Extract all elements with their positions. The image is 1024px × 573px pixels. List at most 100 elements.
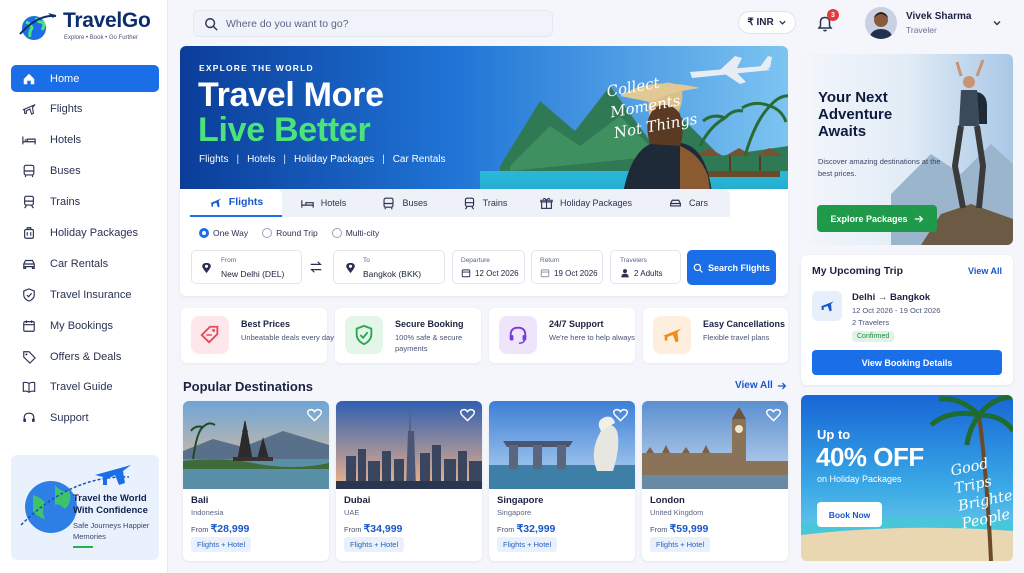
hero-link-hotels[interactable]: Hotels	[247, 154, 275, 165]
sidebar-item-offers-deals[interactable]: Offers & Deals	[11, 343, 159, 370]
tab-buses[interactable]: Buses	[365, 189, 445, 217]
view-booking-details-button[interactable]: View Booking Details	[812, 350, 1002, 375]
radio-multi-city[interactable]: Multi-city	[331, 228, 379, 238]
hero-link-car-rentals[interactable]: Car Rentals	[393, 154, 446, 165]
destination-price: From ₹34,999	[344, 523, 402, 535]
user-name: Vivek Sharma	[906, 11, 972, 22]
promo-accent-bar	[73, 546, 93, 548]
to-field[interactable]: To Bangkok (BKK)	[333, 250, 445, 284]
price-prefix: From	[650, 525, 668, 534]
sidebar-item-label: Car Rentals	[50, 257, 109, 270]
explore-packages-button[interactable]: Explore Packages	[817, 205, 937, 232]
sidebar-item-my-bookings[interactable]: My Bookings	[11, 312, 159, 339]
bed-icon	[21, 132, 37, 148]
radio-round-trip[interactable]: Round Trip	[262, 228, 318, 238]
search-input[interactable]	[226, 15, 536, 33]
feature-subtitle: 100% safe & secure payments	[395, 333, 463, 353]
tab-trains[interactable]: Trains	[445, 189, 525, 217]
sidebar-promo-card: Travel the World With Confidence Safe Jo…	[11, 455, 159, 560]
train-icon	[21, 194, 37, 210]
heart-icon[interactable]	[766, 408, 781, 422]
destination-card-dubai[interactable]: Dubai UAE From ₹34,999 Flights + Hotel	[336, 401, 482, 561]
from-field[interactable]: From New Delhi (DEL)	[191, 250, 302, 284]
tab-holiday-packages[interactable]: Holiday Packages	[525, 189, 647, 217]
search-bar[interactable]	[193, 10, 553, 37]
heart-icon[interactable]	[307, 408, 322, 422]
trip-origin: Delhi	[852, 292, 876, 303]
destinations-view-all-link[interactable]: View All	[735, 380, 787, 391]
brand-logo[interactable]: TravelGo Explore • Book • Go Further	[18, 8, 163, 42]
popular-destinations-title: Popular Destinations	[183, 379, 314, 394]
promo-title: Travel the World With Confidence	[73, 493, 148, 516]
sidebar-item-support[interactable]: Support	[11, 405, 159, 432]
booking-tabs: Flights Hotels Buses Trains Holiday Pack…	[190, 189, 730, 217]
radio-label: Round Trip	[276, 228, 318, 238]
location-pin-icon	[202, 262, 211, 274]
feature-title: 24/7 Support	[549, 319, 604, 329]
feature-subtitle: Unbeatable deals every day	[241, 333, 334, 342]
destination-card-singapore[interactable]: Singapore Singapore From ₹32,999 Flights…	[489, 401, 635, 561]
feature-title: Best Prices	[241, 319, 291, 329]
feature-subtitle: We're here to help always	[549, 333, 635, 342]
search-flights-button[interactable]: Search Flights	[687, 250, 776, 285]
sidebar-nav: Home Flights Hotels Buses Trains Holiday…	[11, 65, 159, 436]
swap-icon[interactable]	[309, 260, 323, 274]
sidebar-item-label: Travel Insurance	[50, 288, 132, 301]
promo-subtitle: Safe Journeys Happier Memories	[73, 521, 150, 541]
departure-field[interactable]: Departure 12 Oct 2026	[452, 250, 525, 284]
currency-label: ₹ INR	[747, 17, 774, 28]
offer-line3: on Holiday Packages	[817, 474, 902, 484]
sidebar-item-home[interactable]: Home	[11, 65, 159, 92]
heart-icon[interactable]	[613, 408, 628, 422]
plane-icon	[21, 101, 37, 117]
hero-link-flights[interactable]: Flights	[199, 154, 228, 165]
avatar[interactable]	[865, 7, 897, 39]
hero-link-holiday-packages[interactable]: Holiday Packages	[294, 154, 374, 165]
trip-destination: Bangkok	[890, 292, 931, 303]
user-role: Traveler	[906, 25, 937, 35]
tab-label: Buses	[402, 198, 428, 208]
tab-flights[interactable]: Flights	[190, 189, 282, 217]
upcoming-trip-view-all-link[interactable]: View All	[968, 266, 1002, 276]
heart-icon[interactable]	[460, 408, 475, 422]
sidebar-item-travel-guide[interactable]: Travel Guide	[11, 374, 159, 401]
calendar-icon	[21, 318, 37, 334]
radio-label: One Way	[213, 228, 249, 238]
tab-hotels[interactable]: Hotels	[282, 189, 365, 217]
arrow-right-icon	[777, 382, 787, 389]
destination-price: From ₹32,999	[497, 523, 555, 535]
suitcase-icon	[21, 225, 37, 241]
sidebar-item-trains[interactable]: Trains	[11, 189, 159, 216]
radio-one-way[interactable]: One Way	[199, 228, 248, 238]
travelers-label: Travelers	[620, 257, 647, 264]
view-all-label: View All	[735, 380, 773, 391]
sidebar-item-buses[interactable]: Buses	[11, 158, 159, 185]
sidebar-item-label: Trains	[50, 196, 81, 209]
sidebar-item-car-rentals[interactable]: Car Rentals	[11, 250, 159, 277]
chevron-down-icon[interactable]	[992, 18, 1002, 28]
sidebar-item-flights[interactable]: Flights	[11, 96, 159, 123]
sidebar-item-travel-insurance[interactable]: Travel Insurance	[11, 281, 159, 308]
sidebar-item-label: Buses	[50, 165, 81, 178]
return-field[interactable]: Return 19 Oct 2026	[531, 250, 603, 284]
tab-cars[interactable]: Cars	[647, 189, 730, 217]
sidebar-item-hotels[interactable]: Hotels	[11, 127, 159, 154]
sidebar-item-holiday-packages[interactable]: Holiday Packages	[11, 219, 159, 246]
headset-icon	[499, 316, 537, 354]
feature-best-prices: Best Prices Unbeatable deals every day	[181, 308, 334, 363]
price-value: ₹28,999	[210, 523, 250, 535]
trip-dates: 12 Oct 2026 - 19 Oct 2026	[852, 306, 941, 315]
destination-card-bali[interactable]: Bali Indonesia From ₹28,999 Flights + Ho…	[183, 401, 329, 561]
price-value: ₹34,999	[363, 523, 403, 535]
location-pin-icon	[346, 262, 355, 274]
destination-card-london[interactable]: London United Kingdom From ₹59,999 Fligh…	[642, 401, 788, 561]
book-now-button[interactable]: Book Now	[817, 502, 882, 527]
hero-title-line1: Travel More	[198, 76, 384, 114]
travelers-field[interactable]: Travelers 2 Adults	[610, 250, 681, 284]
trip-route: Delhi → Bangkok	[852, 292, 930, 303]
globe-plane-icon	[19, 13, 57, 40]
currency-selector[interactable]: ₹ INR	[738, 11, 796, 34]
tab-label: Flights	[228, 196, 264, 208]
sidebar-item-label: My Bookings	[50, 319, 113, 332]
status-badge: Confirmed	[852, 331, 895, 342]
